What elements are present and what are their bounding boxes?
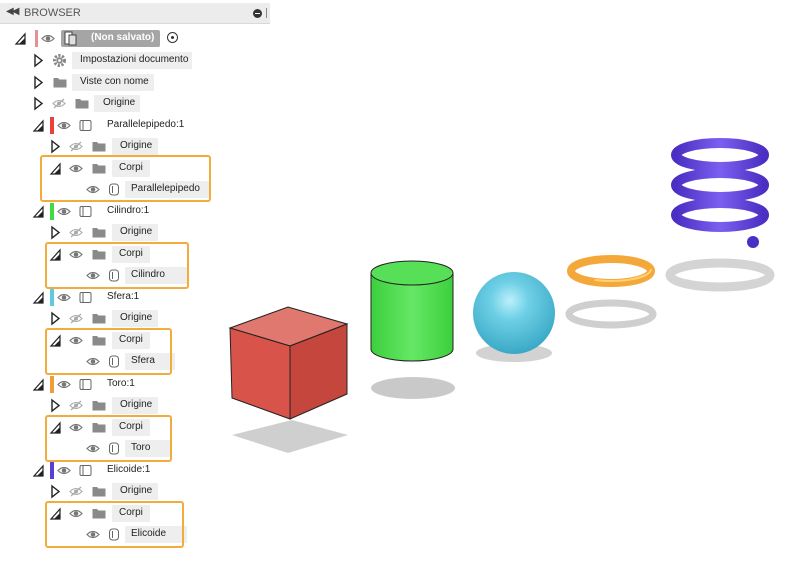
expanded-triangle-icon[interactable] — [32, 376, 44, 393]
root-document-label: (Non salvato) — [91, 32, 155, 43]
collapse-panel-icon[interactable]: ◀◀ — [6, 6, 19, 17]
highlight-box — [45, 328, 172, 375]
expanded-triangle-icon[interactable] — [32, 462, 44, 479]
hidden-eye-icon[interactable] — [69, 486, 83, 497]
helix-object[interactable] — [665, 138, 775, 292]
component-icon — [79, 464, 92, 477]
component-row-label: Sfera:1 — [107, 291, 140, 302]
3d-viewport[interactable] — [220, 130, 800, 460]
expanded-triangle-icon[interactable] — [32, 289, 44, 306]
component-origin-row-label: Origine — [120, 399, 153, 410]
component-origin-row[interactable]: Origine — [0, 483, 270, 500]
highlight-box — [45, 501, 184, 548]
cube-object[interactable] — [228, 306, 349, 453]
collapsed-triangle-icon[interactable] — [49, 224, 61, 241]
eye-icon[interactable] — [57, 379, 71, 390]
torus-object[interactable] — [565, 255, 657, 329]
eye-icon[interactable] — [57, 465, 71, 476]
highlight-box — [40, 155, 211, 202]
panel-grip-icon[interactable] — [266, 8, 267, 18]
hidden-eye-icon[interactable] — [69, 227, 83, 238]
document-icon — [64, 31, 78, 46]
hidden-eye-icon[interactable] — [69, 141, 83, 152]
origin-row-label: Origine — [103, 97, 136, 108]
component-row-label: Parallelepipedo:1 — [107, 119, 185, 130]
gear-icon — [52, 53, 67, 68]
component-icon — [79, 205, 92, 218]
cylinder-top — [370, 260, 454, 286]
folder-icon — [75, 98, 89, 109]
folder-icon — [92, 227, 106, 238]
minimize-icon[interactable] — [253, 9, 262, 18]
named-views-row-label: Viste con nome — [80, 76, 149, 87]
root-document-row[interactable]: (Non salvato) — [0, 30, 270, 47]
cube-shadow — [232, 420, 348, 453]
folder-icon — [53, 77, 67, 88]
component-origin-row-label: Origine — [120, 226, 153, 237]
doc-settings-row[interactable]: Impostazioni documento — [0, 52, 270, 69]
component-row-label: Cilindro:1 — [107, 205, 150, 216]
highlight-box — [45, 242, 189, 289]
component-icon — [79, 291, 92, 304]
folder-icon — [92, 486, 106, 497]
component-row-label: Elicoide:1 — [107, 464, 151, 475]
collapsed-triangle-icon[interactable] — [32, 74, 44, 91]
eye-icon[interactable] — [57, 206, 71, 217]
active-radio-icon[interactable] — [167, 32, 178, 43]
named-views-row[interactable]: Viste con nome — [0, 74, 270, 91]
helix-coil-1 — [671, 138, 769, 172]
eye-icon[interactable] — [57, 120, 71, 131]
expanded-triangle-icon[interactable] — [32, 203, 44, 220]
collapsed-triangle-icon[interactable] — [49, 138, 61, 155]
highlight-box — [45, 415, 172, 462]
expanded-triangle-icon[interactable] — [32, 117, 44, 134]
component-origin-row-label: Origine — [120, 140, 153, 151]
component-row-label: Toro:1 — [107, 378, 135, 389]
eye-icon[interactable] — [57, 292, 71, 303]
component-row[interactable]: Elicoide:1 — [0, 462, 270, 479]
cylinder-shadow — [371, 377, 455, 399]
helix-shadow — [665, 258, 775, 292]
component-color-bar — [50, 117, 54, 134]
component-color-bar — [50, 289, 54, 306]
component-icon — [79, 378, 92, 391]
collapsed-triangle-icon[interactable] — [49, 483, 61, 500]
sphere-body — [473, 272, 555, 354]
collapsed-triangle-icon[interactable] — [32, 52, 44, 69]
eye-icon[interactable] — [41, 33, 55, 44]
component-color-bar — [50, 376, 54, 393]
collapsed-triangle-icon[interactable] — [49, 397, 61, 414]
doc-settings-row-label: Impostazioni documento — [80, 54, 189, 65]
browser-header: ◀◀ BROWSER — [0, 3, 270, 24]
folder-icon — [92, 400, 106, 411]
collapsed-triangle-icon[interactable] — [32, 95, 44, 112]
helix-coil-2 — [671, 168, 769, 202]
folder-icon — [92, 313, 106, 324]
component-color-bar — [50, 203, 54, 220]
folder-icon — [92, 141, 106, 152]
browser-title: BROWSER — [24, 7, 81, 19]
hidden-eye-icon[interactable] — [52, 98, 66, 109]
hidden-eye-icon[interactable] — [69, 400, 83, 411]
sphere-object[interactable] — [473, 272, 555, 362]
helix-end — [747, 236, 759, 248]
origin-row[interactable]: Origine — [0, 95, 270, 112]
root-color-bar — [35, 30, 38, 47]
torus-shadow — [565, 299, 657, 329]
helix-coil-3 — [671, 198, 769, 232]
component-origin-row-label: Origine — [120, 485, 153, 496]
component-icon — [79, 119, 92, 132]
hidden-eye-icon[interactable] — [69, 313, 83, 324]
expanded-triangle-icon[interactable] — [14, 30, 26, 47]
collapsed-triangle-icon[interactable] — [49, 310, 61, 327]
cylinder-side — [370, 272, 454, 362]
torus-ring — [567, 255, 655, 287]
component-origin-row-label: Origine — [120, 312, 153, 323]
cylinder-object[interactable] — [370, 260, 455, 399]
component-color-bar — [50, 462, 54, 479]
